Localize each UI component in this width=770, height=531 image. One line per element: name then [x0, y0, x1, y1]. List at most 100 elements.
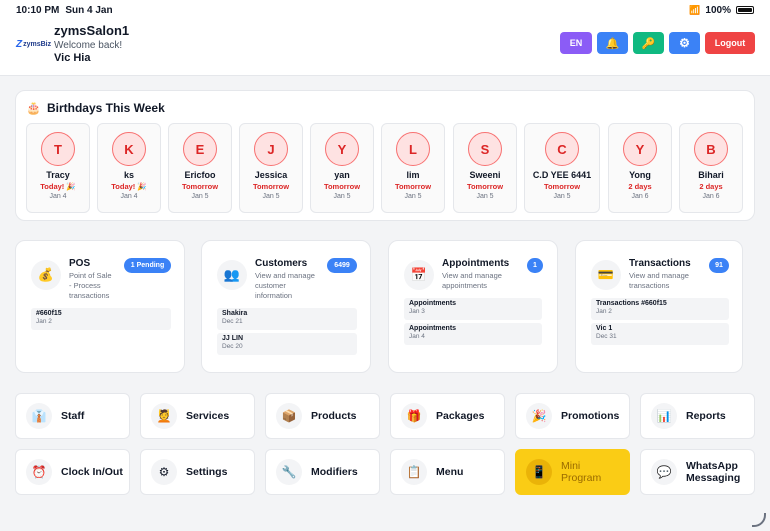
nav-tile-reports[interactable]: 📊 Reports [640, 393, 755, 439]
transactions-card[interactable]: 💳 Transactions View and manage transacti… [575, 240, 743, 373]
chat-bubble-icon: 💬 [651, 459, 677, 485]
transaction-row[interactable]: Transactions #660f15 Jan 2 [591, 298, 729, 320]
avatar: Y [623, 132, 657, 166]
services-icon: 💆 [151, 403, 177, 429]
birthday-date: Jan 5 [553, 193, 571, 200]
nav-tile-label: Clock In/Out [61, 465, 123, 478]
customers-card[interactable]: 👥 Customers View and manage customer inf… [201, 240, 371, 373]
bar-chart-icon: 📊 [651, 403, 677, 429]
nav-tile-products[interactable]: 📦 Products [265, 393, 380, 439]
birthday-date: Jan 6 [631, 193, 649, 200]
status-time: 10:10 PM [16, 4, 60, 16]
nav-tile-services[interactable]: 💆 Services [140, 393, 255, 439]
appointments-description: View and manage appointments [442, 271, 502, 291]
birthday-name: ks [123, 170, 134, 180]
birthday-item[interactable]: Yyan Tomorrow Jan 5 [310, 123, 374, 213]
nav-tile-promotions[interactable]: 🎉 Promotions [515, 393, 630, 439]
appointments-card[interactable]: 📅 Appointments View and manage appointme… [388, 240, 558, 373]
nav-tile-whatsapp-messaging[interactable]: 💬 WhatsApp Messaging [640, 449, 755, 495]
birthday-item[interactable]: Kks Today! 🎉 Jan 4 [97, 123, 161, 213]
nav-tile-staff[interactable]: 👔 Staff [15, 393, 130, 439]
avatar: T [41, 132, 75, 166]
appointments-count-badge: 1 [527, 258, 543, 273]
nav-tile-label: Modifiers [311, 465, 358, 478]
birthday-date: Jan 4 [49, 193, 67, 200]
birthdays-title: 🎂 Birthdays This Week [26, 101, 165, 115]
wifi-icon: 📶 [689, 4, 701, 15]
pos-row[interactable]: #660f15 Jan 2 [31, 308, 171, 330]
birthday-item[interactable]: E Ericfoo Tomorrow Jan 5 [168, 123, 232, 213]
nav-tile-label: Mini Program [561, 459, 602, 484]
transaction-row[interactable]: Vic 1 Dec 31 [591, 323, 729, 345]
birthday-date: Jan 5 [404, 193, 422, 200]
birthday-date: Jan 5 [476, 193, 494, 200]
nav-tile-label: Promotions [561, 409, 620, 422]
cake-icon: 🎂 [26, 101, 41, 115]
avatar: B [694, 132, 728, 166]
birthday-when: 2 days [699, 182, 723, 191]
avatar: K [112, 132, 146, 166]
birthday-item[interactable]: J Jessica Tomorrow Jan 5 [239, 123, 303, 213]
box-icon: 📦 [276, 403, 302, 429]
avatar: J [254, 132, 288, 166]
customer-row[interactable]: Shakira Dec 21 [217, 308, 357, 330]
nav-tile-modifiers[interactable]: 🔧 Modifiers [265, 449, 380, 495]
app-header: ZzymsBiz zymsSalon1 Welcome back! Vic Hi… [0, 20, 770, 76]
nav-tile-packages[interactable]: 🎁 Packages [390, 393, 505, 439]
birthday-name: C.D YEE 6441 [532, 170, 592, 180]
user-name: Vic Hia [54, 52, 91, 64]
nav-tile-clock-in-out[interactable]: ⏰ Clock In/Out [15, 449, 130, 495]
birthday-item[interactable]: T Tracy Today! 🎉 Jan 4 [26, 123, 90, 213]
birthday-name: yan [334, 170, 350, 180]
key-icon: 🔑 [641, 37, 656, 50]
birthday-name: Jessica [254, 170, 288, 180]
birthday-when: Tomorrow [466, 182, 504, 191]
birthday-date: Jan 5 [333, 193, 351, 200]
birthday-when: Today! 🎉 [111, 182, 147, 191]
birthday-item[interactable]: C C.D YEE 6441 Tomorrow Jan 5 [524, 123, 600, 213]
gift-icon: 🎁 [401, 403, 427, 429]
battery-icon [736, 6, 754, 14]
status-bar: 10:10 PM Sun 4 Jan 📶 100% [0, 0, 770, 20]
party-popper-icon: 🎉 [526, 403, 552, 429]
transactions-count-badge: 91 [709, 258, 729, 273]
notifications-button[interactable]: 🔔 [597, 32, 628, 54]
birthday-name: Yong [629, 170, 651, 180]
appointment-row[interactable]: Appointments Jan 4 [404, 323, 542, 345]
nav-tile-menu[interactable]: 📋 Menu [390, 449, 505, 495]
appointment-row[interactable]: Appointments Jan 3 [404, 298, 542, 320]
pos-description: Point of Sale - Process transactions [69, 271, 112, 301]
bell-icon: 🔔 [605, 37, 620, 50]
birthday-name: Tracy [46, 170, 70, 180]
battery-percent: 100% [705, 4, 731, 16]
birthday-name: lim [406, 170, 420, 180]
avatar: L [396, 132, 430, 166]
calendar-icon: 📅 [404, 260, 434, 290]
pos-pending-badge: 1 Pending [124, 258, 171, 273]
birthday-when: Today! 🎉 [40, 182, 76, 191]
birthday-item[interactable]: Y Yong 2 days Jan 6 [608, 123, 672, 213]
wrench-icon: 🔧 [276, 459, 302, 485]
birthday-when: Tomorrow [323, 182, 361, 191]
settings-button[interactable]: ⚙ [669, 32, 700, 54]
credit-card-icon: 💳 [591, 260, 621, 290]
nav-tile-label: Reports [686, 409, 726, 422]
avatar: C [545, 132, 579, 166]
nav-tile-label: Settings [186, 465, 228, 478]
gear-icon: ⚙ [151, 459, 177, 485]
birthday-name: Bihari [698, 170, 724, 180]
nav-tile-label: Packages [436, 409, 485, 422]
birthday-item[interactable]: Llim Tomorrow Jan 5 [381, 123, 445, 213]
birthday-item[interactable]: B Bihari 2 days Jan 6 [679, 123, 743, 213]
nav-tile-mini-program[interactable]: 📱 Mini Program [515, 449, 630, 495]
language-button[interactable]: EN [560, 32, 592, 54]
key-button[interactable]: 🔑 [633, 32, 664, 54]
logout-button[interactable]: Logout [705, 32, 755, 54]
customer-row[interactable]: JJ LIN Dec 20 [217, 333, 357, 355]
nav-tile-settings[interactable]: ⚙ Settings [140, 449, 255, 495]
nav-tile-label: Services [186, 409, 230, 422]
birthday-date: Jan 5 [262, 193, 280, 200]
birthday-name: Ericfoo [184, 170, 216, 180]
birthday-item[interactable]: S Sweeni Tomorrow Jan 5 [453, 123, 517, 213]
pos-card[interactable]: 💰 POS Point of Sale - Process transactio… [15, 240, 185, 373]
